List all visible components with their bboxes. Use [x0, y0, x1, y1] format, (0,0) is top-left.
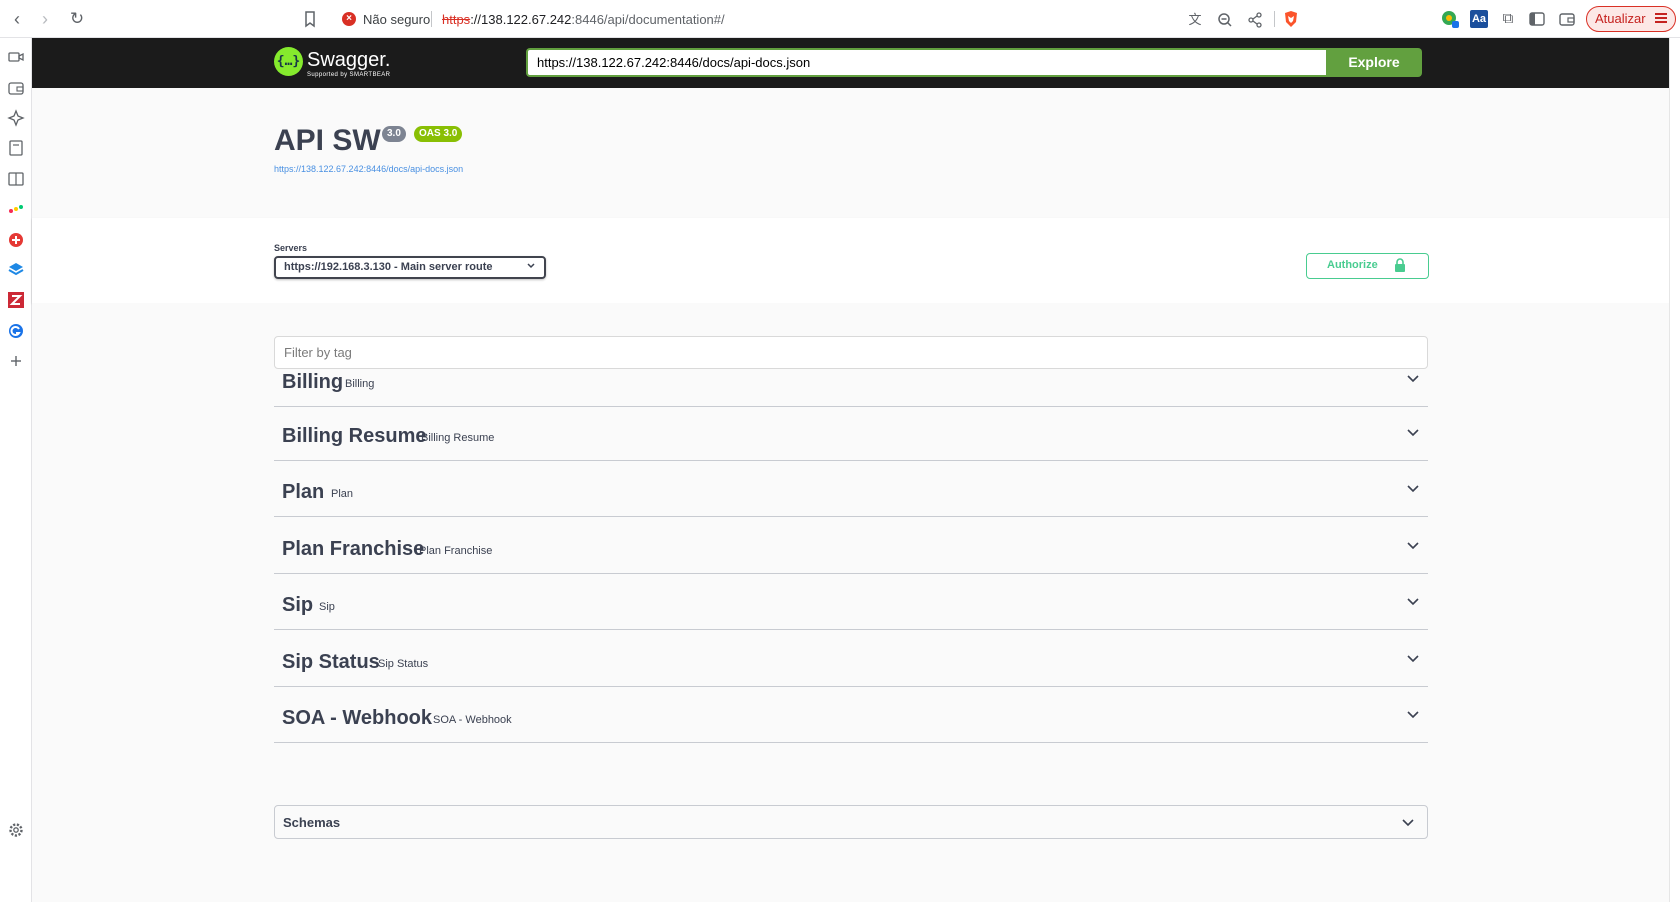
update-button[interactable]: Atualizar	[1586, 6, 1676, 32]
tag-description: Billing	[345, 378, 375, 390]
url-separator	[431, 11, 432, 27]
swagger-logo[interactable]: {…} Swagger. Supported by SMARTBEAR	[274, 47, 404, 81]
explore-button[interactable]: Explore	[1326, 48, 1422, 77]
servers-selected-value: https://192.168.3.130 - Main server rout…	[284, 261, 493, 273]
leo-ai-icon[interactable]	[7, 109, 25, 127]
scrollbar[interactable]	[1669, 38, 1680, 902]
browser-toolbar: ‹ › ↻ × Não seguro https://138.122.67.24…	[0, 0, 1680, 38]
url-divider	[1274, 11, 1275, 27]
spec-url-input[interactable]: https://138.122.67.242:8446/docs/api-doc…	[526, 48, 1326, 77]
servers-select[interactable]: https://192.168.3.130 - Main server rout…	[274, 256, 546, 279]
tag-name: Plan Franchise	[282, 538, 425, 560]
chevron-down-icon[interactable]	[1406, 654, 1420, 664]
chevron-down-icon[interactable]	[1406, 428, 1420, 438]
scheme-container: Servers https://192.168.3.130 - Main ser…	[32, 218, 1669, 303]
tag-name: Sip Status	[282, 651, 380, 673]
tag-description: Plan Franchise	[419, 545, 493, 557]
zoom-out-icon[interactable]	[1216, 11, 1234, 29]
bookmark-icon[interactable]	[300, 9, 320, 29]
operations-section: Filter by tag Billing Billing Billing Re…	[32, 303, 1669, 902]
authorize-label: Authorize	[1327, 259, 1378, 271]
monday-app-icon[interactable]	[7, 200, 25, 218]
tag-section-soa-webhook[interactable]: SOA - Webhook SOA - Webhook	[274, 689, 1428, 743]
tag-description: Sip Status	[378, 658, 429, 670]
layers-app-icon[interactable]	[7, 261, 25, 279]
update-label: Atualizar	[1595, 11, 1646, 26]
share-icon[interactable]	[1246, 11, 1264, 29]
wallet-icon[interactable]	[7, 79, 25, 97]
url-path: :8446/api/documentation#/	[571, 12, 725, 27]
tag-section-plan[interactable]: Plan Plan	[274, 463, 1428, 517]
tag-name: Billing Resume	[282, 425, 427, 447]
tag-section-billing-resume[interactable]: Billing Resume Billing Resume	[274, 407, 1428, 461]
hamburger-menu-icon	[1655, 13, 1667, 23]
chevron-down-icon[interactable]	[1406, 541, 1420, 551]
version-badge: 3.0	[382, 126, 406, 142]
lock-icon	[1395, 258, 1405, 272]
oas-badge: OAS 3.0	[414, 126, 463, 142]
swagger-logo-icon: {…}	[274, 47, 303, 76]
tag-name: SOA - Webhook	[282, 707, 432, 729]
translate-icon[interactable]: 文	[1186, 11, 1204, 29]
extensions-puzzle-icon[interactable]: ⧉	[1499, 10, 1517, 28]
tag-section-billing[interactable]: Billing Billing	[274, 353, 1428, 407]
sidebar-toggle-icon[interactable]	[1528, 10, 1546, 28]
chevron-down-icon[interactable]	[1406, 374, 1420, 384]
video-icon[interactable]	[7, 48, 25, 66]
reading-list-icon[interactable]	[7, 170, 25, 188]
servers-label: Servers	[274, 243, 308, 253]
back-button[interactable]: ‹	[6, 8, 28, 30]
chevron-down-icon[interactable]	[1401, 818, 1415, 828]
add-icon[interactable]	[7, 352, 25, 370]
tag-description: SOA - Webhook	[433, 714, 512, 726]
chevron-down-icon[interactable]	[1406, 597, 1420, 607]
tag-name: Sip	[282, 594, 314, 616]
tag-name: Billing	[282, 371, 344, 393]
spec-link[interactable]: https://138.122.67.242:8446/docs/api-doc…	[274, 164, 463, 174]
schemas-label: Schemas	[283, 815, 341, 830]
chevron-down-icon[interactable]	[1406, 484, 1420, 494]
forward-button[interactable]: ›	[34, 8, 56, 30]
tag-description: Plan	[331, 488, 354, 500]
security-label[interactable]: Não seguro	[363, 12, 430, 27]
authorize-button[interactable]: Authorize	[1306, 253, 1429, 279]
swagger-topbar: {…} Swagger. Supported by SMARTBEAR http…	[32, 38, 1669, 88]
url-host: ://138.122.67.242	[470, 12, 572, 27]
tag-name: Plan	[282, 481, 325, 503]
url-text[interactable]: https://138.122.67.242:8446/api/document…	[442, 12, 725, 27]
tag-section-sip-status[interactable]: Sip Status Sip Status	[274, 633, 1428, 687]
extension-rewards-icon[interactable]	[1441, 10, 1459, 28]
zotero-app-icon[interactable]	[7, 291, 25, 309]
brave-shields-icon[interactable]	[1282, 10, 1300, 28]
not-secure-icon: ×	[342, 12, 356, 26]
tag-section-plan-franchise[interactable]: Plan Franchise Plan Franchise	[274, 520, 1428, 574]
tag-section-sip[interactable]: Sip Sip	[274, 576, 1428, 630]
chevron-down-icon	[527, 263, 535, 269]
browser-sidebar	[0, 38, 32, 902]
address-bar[interactable]: × Não seguro https://138.122.67.242:8446…	[330, 6, 1306, 32]
google-app-icon[interactable]	[7, 322, 25, 340]
wallet-icon[interactable]	[1558, 10, 1576, 28]
dictionary-extension-icon[interactable]: Aa	[1470, 10, 1488, 28]
api-info: API SW 3.0 OAS 3.0 https://138.122.67.24…	[32, 88, 1669, 218]
swagger-logo-subtitle: Supported by SMARTBEAR	[307, 72, 391, 78]
chevron-down-icon[interactable]	[1406, 710, 1420, 720]
reload-button[interactable]: ↻	[66, 8, 88, 30]
api-title: API SW	[274, 124, 381, 157]
settings-gear-icon[interactable]	[7, 821, 25, 839]
url-scheme: https	[442, 12, 471, 27]
tag-description: Sip	[319, 601, 335, 613]
swagger-logo-text: Swagger.	[307, 49, 391, 71]
app-shortcut-icon[interactable]	[7, 231, 25, 249]
schemas-section[interactable]: Schemas	[274, 805, 1428, 839]
bookmarks-icon[interactable]	[7, 139, 25, 157]
tag-description: Billing Resume	[421, 432, 495, 444]
